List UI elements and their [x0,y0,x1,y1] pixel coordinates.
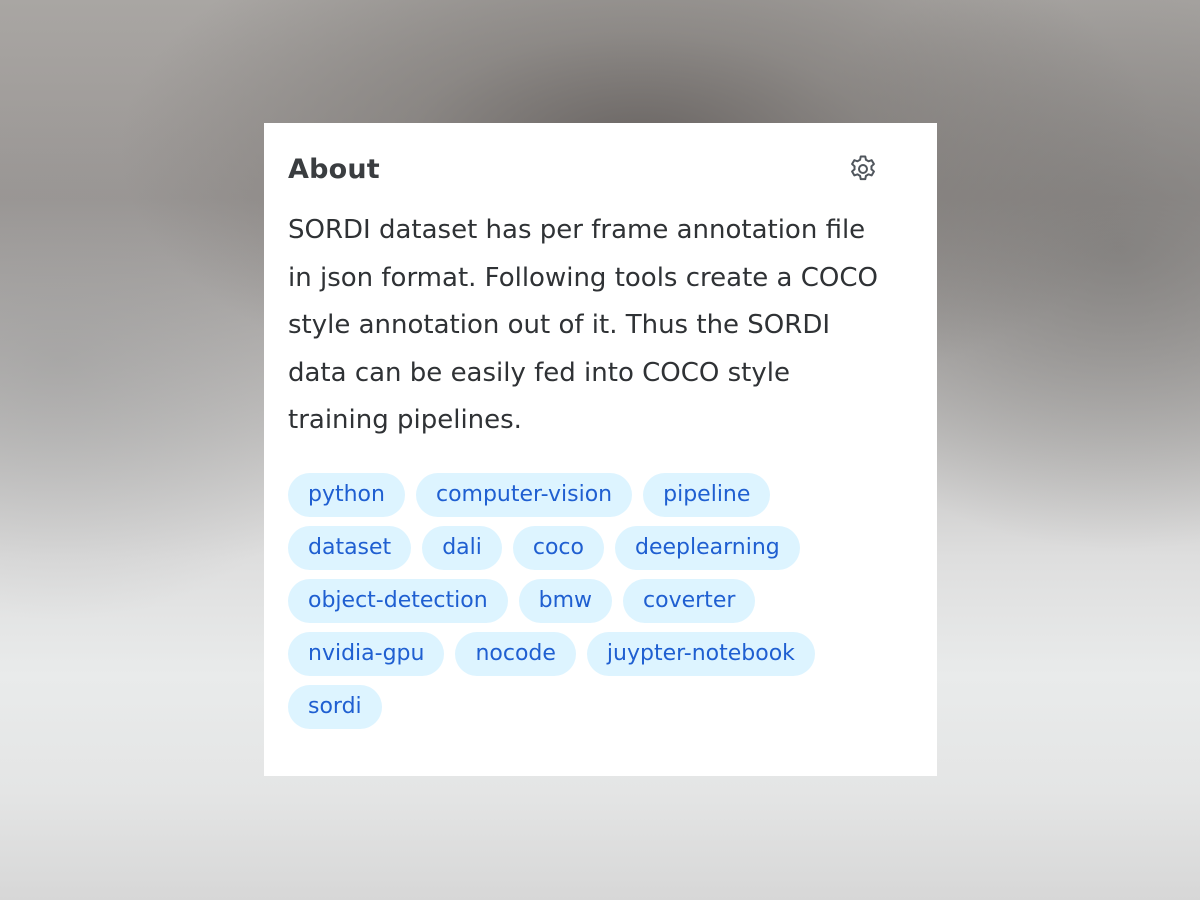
topic-tag-bmw[interactable]: bmw [518,578,613,623]
about-panel: About SORDI dataset has per frame annota… [264,123,937,776]
gear-icon[interactable] [846,152,880,186]
topic-tag-deeplearning[interactable]: deeplearning [614,525,800,570]
topic-tag-coco[interactable]: coco [512,525,604,570]
topic-tag-sordi[interactable]: sordi [288,684,382,729]
topic-tag-dataset[interactable]: dataset [288,525,412,570]
topic-tag-computer-vision[interactable]: computer-vision [415,472,633,517]
topic-tag-coverter[interactable]: coverter [623,578,756,623]
topic-tag-juypter-notebook[interactable]: juypter-notebook [586,631,815,676]
about-header: About [288,149,890,189]
topic-list: python computer-vision pipeline dataset dali… [288,472,848,729]
topic-tag-nocode[interactable]: nocode [455,631,576,676]
about-title: About [288,153,380,185]
topic-tag-dali[interactable]: dali [422,525,502,570]
topic-tag-python[interactable]: python [288,472,405,517]
topic-tag-pipeline[interactable]: pipeline [643,472,771,517]
about-description: SORDI dataset has per frame annotation f… [288,215,878,435]
topic-tag-nvidia-gpu[interactable]: nvidia-gpu [288,631,445,676]
topic-tag-object-detection[interactable]: object-detection [288,578,508,623]
